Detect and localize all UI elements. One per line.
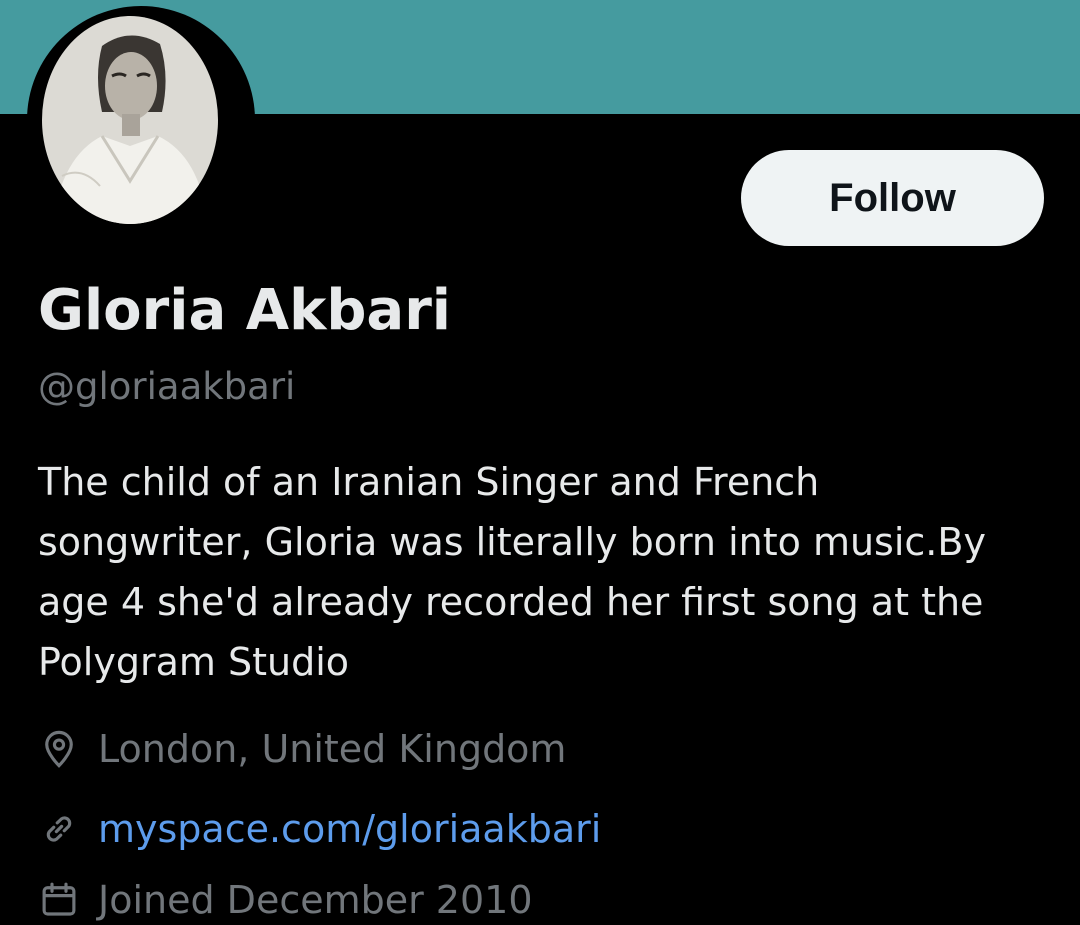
profile-website[interactable]: myspace.com/gloriaakbari [38, 807, 601, 851]
profile-location: London, United Kingdom [38, 727, 566, 771]
avatar[interactable] [42, 16, 218, 224]
display-name: Gloria Akbari [38, 278, 451, 343]
location-text: London, United Kingdom [98, 727, 567, 771]
bio-line: The child of an Iranian Singer and Frenc… [38, 460, 820, 504]
link-icon [38, 808, 80, 850]
joined-text: Joined December 2010 [98, 878, 533, 922]
website-link[interactable]: myspace.com/gloriaakbari [98, 807, 601, 851]
follow-button[interactable]: Follow [741, 150, 1044, 246]
avatar-photo [42, 16, 218, 224]
bio-line: Polygram Studio [38, 640, 350, 684]
location-pin-icon [38, 728, 80, 770]
profile-joined-date: Joined December 2010 [38, 878, 533, 922]
calendar-icon [38, 879, 80, 921]
bio-line: age 4 she'd already recorded her first s… [38, 580, 984, 624]
profile-bio: The child of an Iranian Singer and Frenc… [38, 452, 1058, 692]
user-handle: @gloriaakbari [38, 365, 296, 408]
bio-line: songwriter, Gloria was literally born in… [38, 520, 986, 564]
